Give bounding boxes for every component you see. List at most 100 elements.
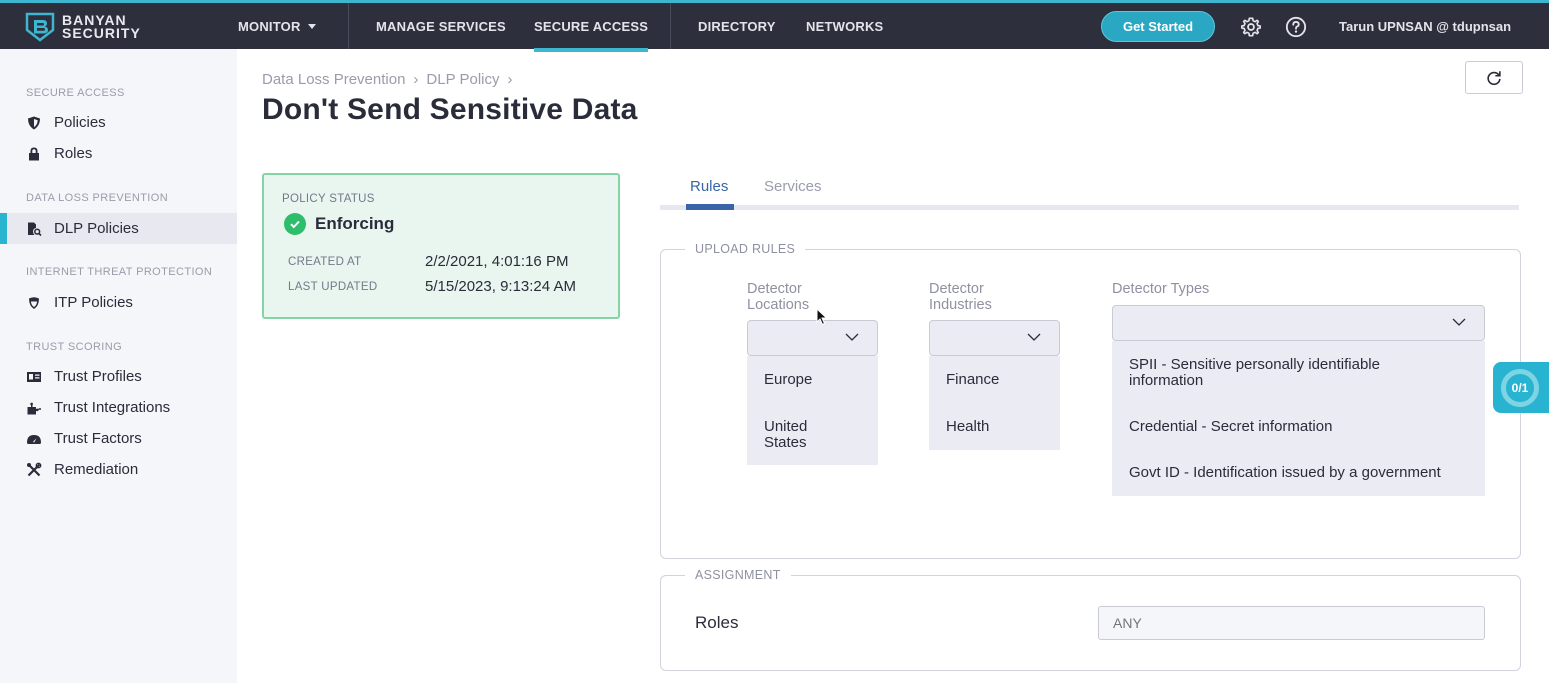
- option-text: SPII - Sensitive personally identifiable: [1129, 356, 1380, 373]
- caret-down-icon: [307, 23, 316, 29]
- shield-half-icon: [29, 296, 39, 309]
- policy-status-value: Enforcing: [315, 214, 395, 233]
- label-line: Detector: [747, 281, 802, 297]
- nav-manage-services[interactable]: MANAGE SERVICES: [376, 3, 506, 49]
- sidebar-item-remediation[interactable]: Remediation: [0, 454, 237, 485]
- tab-rules[interactable]: Rules: [690, 178, 728, 195]
- brand-subtitle: SECURITY: [62, 25, 141, 41]
- sidebar-item-trust-factors[interactable]: Trust Factors: [0, 423, 237, 454]
- sidebar-item-label: Trust Factors: [54, 430, 142, 447]
- sidebar-item-label: Trust Integrations: [54, 399, 171, 416]
- sidebar-section-title: INTERNET THREAT PROTECTION: [26, 266, 213, 278]
- chevron-right-icon: ›: [413, 71, 419, 88]
- label-line: Industries: [929, 297, 992, 313]
- onboarding-progress-widget[interactable]: 0/1: [1493, 362, 1549, 413]
- industry-option-finance[interactable]: Finance: [946, 372, 999, 388]
- detector-types-dropdown: SPII - Sensitive personally identifiable…: [1112, 341, 1485, 496]
- get-started-button[interactable]: Get Started: [1101, 11, 1215, 42]
- sidebar-item-label: Remediation: [54, 461, 139, 478]
- nav-monitor[interactable]: MONITOR: [238, 3, 316, 49]
- active-tab-indicator: [686, 204, 734, 210]
- policy-status-label: POLICY STATUS: [282, 193, 375, 205]
- roles-label: Roles: [695, 613, 739, 632]
- option-text: States: [764, 434, 807, 451]
- sidebar-item-dlp-policies[interactable]: DLP Policies: [0, 213, 237, 244]
- policy-status: Enforcing: [284, 213, 394, 235]
- nav-divider: [670, 3, 671, 49]
- nav-networks[interactable]: NETWORKS: [806, 3, 883, 49]
- label-line: Detector: [929, 281, 984, 297]
- user-account-menu[interactable]: Tarun UPNSAN @ tdupnsan: [1339, 3, 1511, 49]
- policy-status-card: POLICY STATUS Enforcing CREATED AT 2/2/2…: [262, 173, 620, 319]
- page-title: Don't Send Sensitive Data: [262, 93, 638, 126]
- nav-secure-access-label: SECURE ACCESS: [534, 18, 649, 34]
- nav-directory-label: DIRECTORY: [698, 18, 776, 34]
- sidebar: SECURE ACCESS Policies Roles DATA LOSS P…: [0, 49, 237, 683]
- sidebar-item-trust-profiles[interactable]: Trust Profiles: [0, 361, 237, 392]
- sidebar-item-label: Policies: [54, 114, 106, 131]
- file-search-icon: [28, 222, 42, 236]
- created-at-label: CREATED AT: [288, 256, 362, 268]
- last-updated-value: 5/15/2023, 9:13:24 AM: [425, 278, 576, 295]
- option-text: United: [764, 418, 808, 435]
- created-at-value: 2/2/2021, 4:01:16 PM: [425, 253, 569, 270]
- tabs: Rules Services: [660, 170, 1519, 211]
- sidebar-item-label: Trust Profiles: [54, 368, 142, 385]
- detector-industries-dropdown: Finance Health: [929, 356, 1060, 450]
- puzzle-icon: [27, 402, 41, 414]
- chevron-down-icon: [845, 333, 859, 341]
- shield-icon: [28, 116, 40, 129]
- detector-types-select[interactable]: [1112, 305, 1485, 341]
- type-option-spii[interactable]: SPII - Sensitive personally identifiable…: [1129, 357, 1380, 389]
- option-text: Europe: [764, 371, 813, 388]
- location-option-europe[interactable]: Europe: [764, 372, 812, 388]
- option-text: information: [1129, 372, 1204, 389]
- label-line: Locations: [747, 297, 810, 313]
- banyan-logo[interactable]: BANYAN SECURITY: [24, 11, 141, 43]
- industry-option-health[interactable]: Health: [946, 419, 989, 435]
- detector-industries-select[interactable]: [929, 320, 1060, 356]
- progress-text: 0/1: [1511, 380, 1529, 395]
- location-option-united-states[interactable]: United States: [764, 419, 807, 451]
- mouse-cursor-icon: [816, 308, 828, 326]
- sidebar-item-itp-policies[interactable]: ITP Policies: [0, 287, 237, 318]
- breadcrumb-dlp-policy[interactable]: DLP Policy: [426, 71, 499, 88]
- detector-locations-dropdown: Europe United States: [747, 356, 878, 465]
- chevron-right-icon: ›: [507, 71, 513, 88]
- progress-ring: 0/1: [1501, 368, 1539, 407]
- detector-locations-select[interactable]: [747, 320, 878, 356]
- type-option-credential[interactable]: Credential - Secret information: [1129, 419, 1332, 435]
- sidebar-item-trust-integrations[interactable]: Trust Integrations: [0, 392, 237, 423]
- sidebar-item-roles[interactable]: Roles: [0, 138, 237, 169]
- option-text: Govt ID - Identification issued by a gov…: [1129, 464, 1441, 481]
- sidebar-section-title: DATA LOSS PREVENTION: [26, 192, 169, 204]
- nav-directory[interactable]: DIRECTORY: [698, 3, 776, 49]
- id-card-icon: [27, 371, 41, 382]
- gear-icon[interactable]: [1240, 16, 1262, 38]
- roles-input[interactable]: [1098, 606, 1485, 640]
- tab-services[interactable]: Services: [764, 178, 822, 195]
- nav-secure-access[interactable]: SECURE ACCESS: [534, 3, 649, 52]
- upload-rules-legend: UPLOAD RULES: [685, 242, 806, 256]
- tab-track: [660, 205, 1519, 210]
- sidebar-section-title: SECURE ACCESS: [26, 87, 125, 99]
- gauge-icon: [27, 434, 41, 444]
- sidebar-item-policies[interactable]: Policies: [0, 107, 237, 138]
- chevron-down-icon: [1452, 318, 1466, 326]
- breadcrumb-data-loss-prevention[interactable]: Data Loss Prevention: [262, 71, 405, 88]
- nav-networks-label: NETWORKS: [806, 18, 884, 34]
- last-updated-label: LAST UPDATED: [288, 281, 378, 293]
- top-navigation-bar: BANYAN SECURITY MONITOR MANAGE SERVICES …: [0, 0, 1549, 52]
- nav-monitor-label: MONITOR: [238, 18, 301, 34]
- detector-types-label: Detector Types: [1112, 281, 1210, 297]
- banyan-shield-icon: [25, 12, 55, 42]
- detector-locations-label: Detector Locations: [747, 281, 809, 313]
- nav-divider: [348, 3, 349, 49]
- chevron-down-icon: [1027, 333, 1041, 341]
- breadcrumb: Data Loss Prevention › DLP Policy ›: [262, 71, 513, 88]
- refresh-button[interactable]: [1465, 61, 1523, 94]
- question-circle-icon[interactable]: [1285, 16, 1307, 38]
- lock-icon: [29, 147, 39, 160]
- option-text: Finance: [946, 371, 1000, 388]
- type-option-govt-id[interactable]: Govt ID - Identification issued by a gov…: [1129, 465, 1441, 481]
